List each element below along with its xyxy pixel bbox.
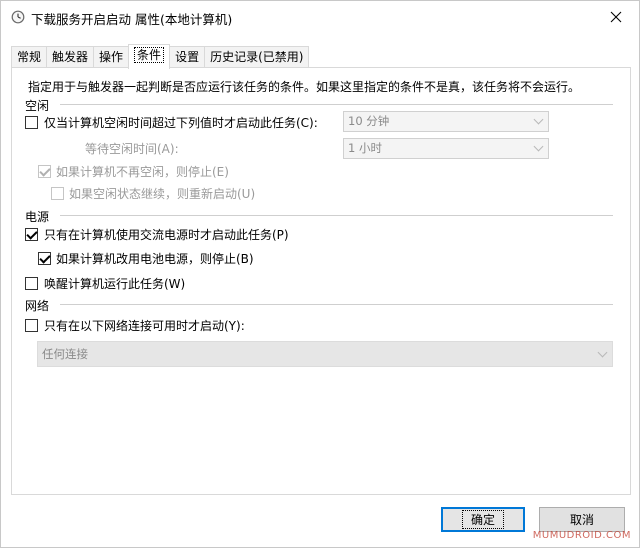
- clock-icon: [11, 10, 25, 24]
- stop-on-battery-label: 如果计算机改用电池电源，则停止(B): [56, 252, 254, 266]
- idle-section-title: 空闲: [25, 99, 50, 113]
- idle-duration-value: 10 分钟: [348, 114, 390, 128]
- network-divider: [60, 304, 613, 305]
- tab-label: 条件: [134, 47, 165, 63]
- network-only-checkbox[interactable]: [25, 319, 38, 332]
- ac-power-only-label: 只有在计算机使用交流电源时才启动此任务(P): [44, 228, 289, 242]
- window-title: 下载服务开启启动 属性(本地计算机): [31, 12, 233, 27]
- tab-label: 常规: [17, 50, 42, 64]
- wait-idle-value: 1 小时: [348, 141, 382, 155]
- chevron-down-icon: [533, 141, 544, 152]
- ac-power-only-checkbox[interactable]: [25, 228, 38, 241]
- chevron-down-icon: [533, 114, 544, 125]
- start-on-idle-checkbox[interactable]: [25, 116, 38, 129]
- network-connection-select[interactable]: 任何连接: [37, 341, 613, 367]
- power-section-title: 电源: [25, 210, 50, 224]
- tab-strip: 常规 触发器 操作 条件 设置 历史记录(已禁用): [11, 44, 310, 69]
- tab-settings[interactable]: 设置: [169, 46, 206, 68]
- stop-on-idle-end-checkbox[interactable]: [38, 165, 51, 178]
- stop-on-battery-checkbox[interactable]: [38, 252, 51, 265]
- tab-actions[interactable]: 操作: [93, 46, 130, 68]
- power-divider: [60, 215, 613, 216]
- tab-history[interactable]: 历史记录(已禁用): [204, 46, 310, 68]
- idle-duration-select[interactable]: 10 分钟: [343, 111, 549, 132]
- wake-computer-label: 唤醒计算机运行此任务(W): [44, 277, 186, 291]
- tab-label: 设置: [175, 50, 200, 64]
- tab-general[interactable]: 常规: [11, 46, 48, 68]
- tab-conditions[interactable]: 条件: [128, 44, 171, 69]
- ok-label: 确定: [461, 510, 504, 529]
- tab-label: 操作: [99, 50, 124, 64]
- title-bar[interactable]: 下载服务开启启动 属性(本地计算机): [1, 1, 639, 34]
- idle-divider: [60, 104, 613, 105]
- restart-on-idle-label: 如果空闲状态继续，则重新启动(U): [69, 187, 256, 201]
- network-only-label: 只有在以下网络连接可用时才启动(Y):: [44, 319, 245, 333]
- tab-label: 历史记录(已禁用): [210, 50, 304, 64]
- cancel-button[interactable]: 取消: [539, 507, 625, 532]
- close-button[interactable]: [603, 5, 629, 29]
- wake-computer-checkbox[interactable]: [25, 277, 38, 290]
- stop-on-idle-end-label: 如果计算机不再空闲，则停止(E): [56, 165, 229, 179]
- wait-idle-label: 等待空闲时间(A):: [85, 142, 179, 156]
- watermark: MUMUDROID.COM: [532, 530, 631, 541]
- tab-triggers[interactable]: 触发器: [46, 46, 95, 68]
- network-connection-value: 任何连接: [42, 347, 88, 361]
- properties-dialog: 下载服务开启启动 属性(本地计算机) 常规 触发器 操作 条件 设置 历史记录(…: [0, 0, 640, 548]
- conditions-panel: 指定用于与触发器一起判断是否应运行该任务的条件。如果这里指定的条件不是真，该任务…: [11, 67, 631, 495]
- restart-on-idle-checkbox[interactable]: [51, 187, 64, 200]
- start-on-idle-label: 仅当计算机空闲时间超过下列值时才启动此任务(C):: [44, 116, 318, 130]
- wait-idle-select[interactable]: 1 小时: [343, 138, 549, 159]
- cancel-label: 取消: [569, 513, 594, 527]
- conditions-description: 指定用于与触发器一起判断是否应运行该任务的条件。如果这里指定的条件不是真，该任务…: [28, 80, 581, 94]
- ok-button[interactable]: 确定: [441, 507, 525, 532]
- chevron-down-icon: [597, 347, 608, 358]
- tab-label: 触发器: [52, 50, 89, 64]
- network-section-title: 网络: [25, 299, 50, 313]
- close-icon: [610, 11, 622, 23]
